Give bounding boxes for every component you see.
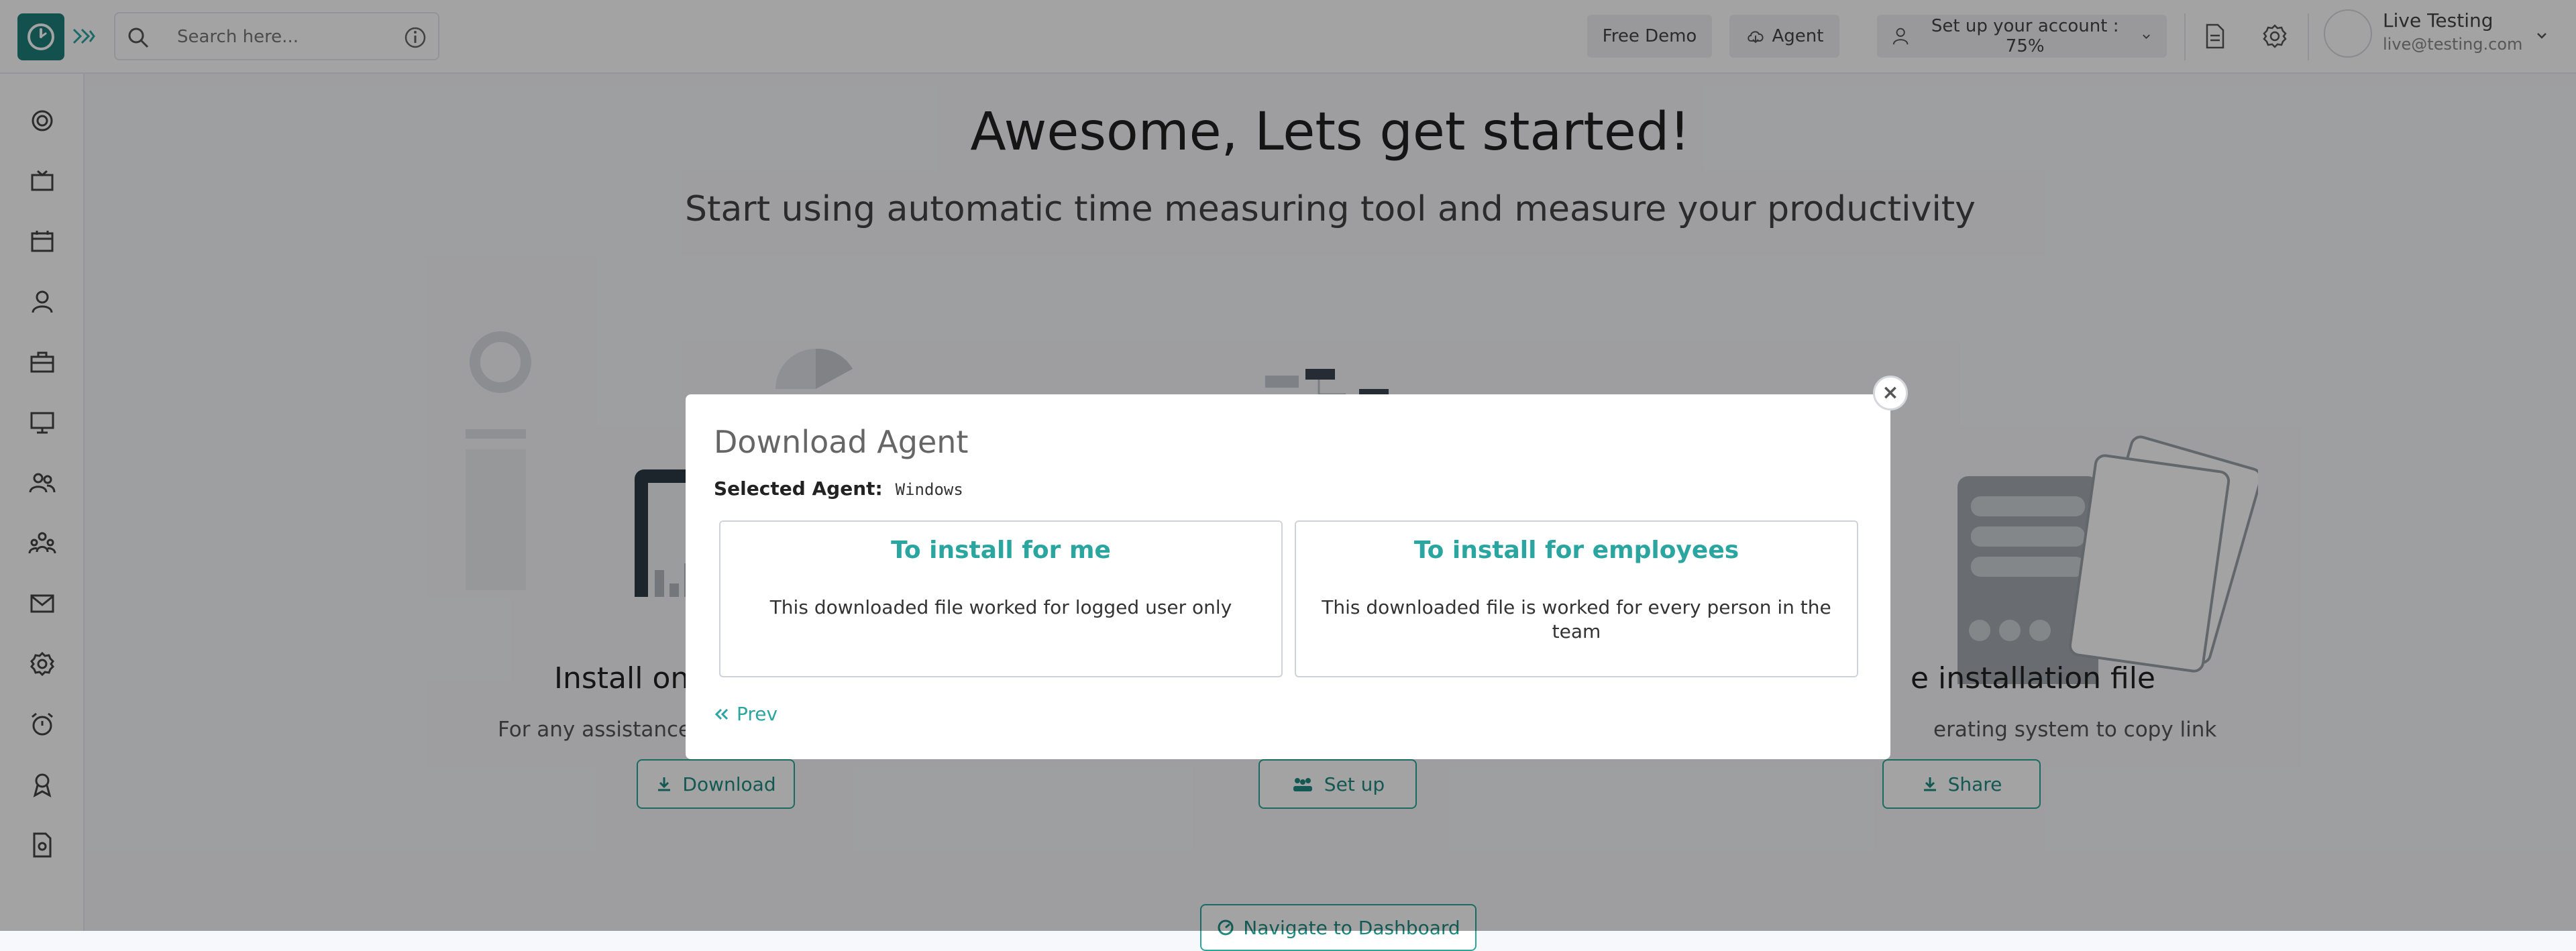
install-for-employees-title: To install for employees — [1413, 537, 1739, 564]
selected-agent: Selected Agent: Windows — [714, 478, 963, 500]
selected-agent-label: Selected Agent: — [714, 478, 883, 500]
download-agent-modal: Download Agent Selected Agent: Windows T… — [686, 394, 1890, 759]
close-icon: × — [1882, 381, 1899, 404]
modal-title: Download Agent — [714, 424, 969, 460]
install-for-me-option[interactable]: To install for me This downloaded file w… — [719, 520, 1283, 677]
double-chevron-left-icon — [714, 708, 729, 720]
close-modal-button[interactable]: × — [1873, 376, 1908, 410]
install-for-employees-desc: This downloaded file is worked for every… — [1322, 596, 1831, 642]
install-for-employees-option[interactable]: To install for employees This downloaded… — [1295, 520, 1858, 677]
install-for-me-title: To install for me — [891, 537, 1111, 564]
selected-agent-value: Windows — [895, 480, 963, 499]
install-for-me-desc: This downloaded file worked for logged u… — [769, 596, 1232, 618]
prev-label: Prev — [737, 703, 778, 725]
prev-link[interactable]: Prev — [714, 703, 777, 725]
